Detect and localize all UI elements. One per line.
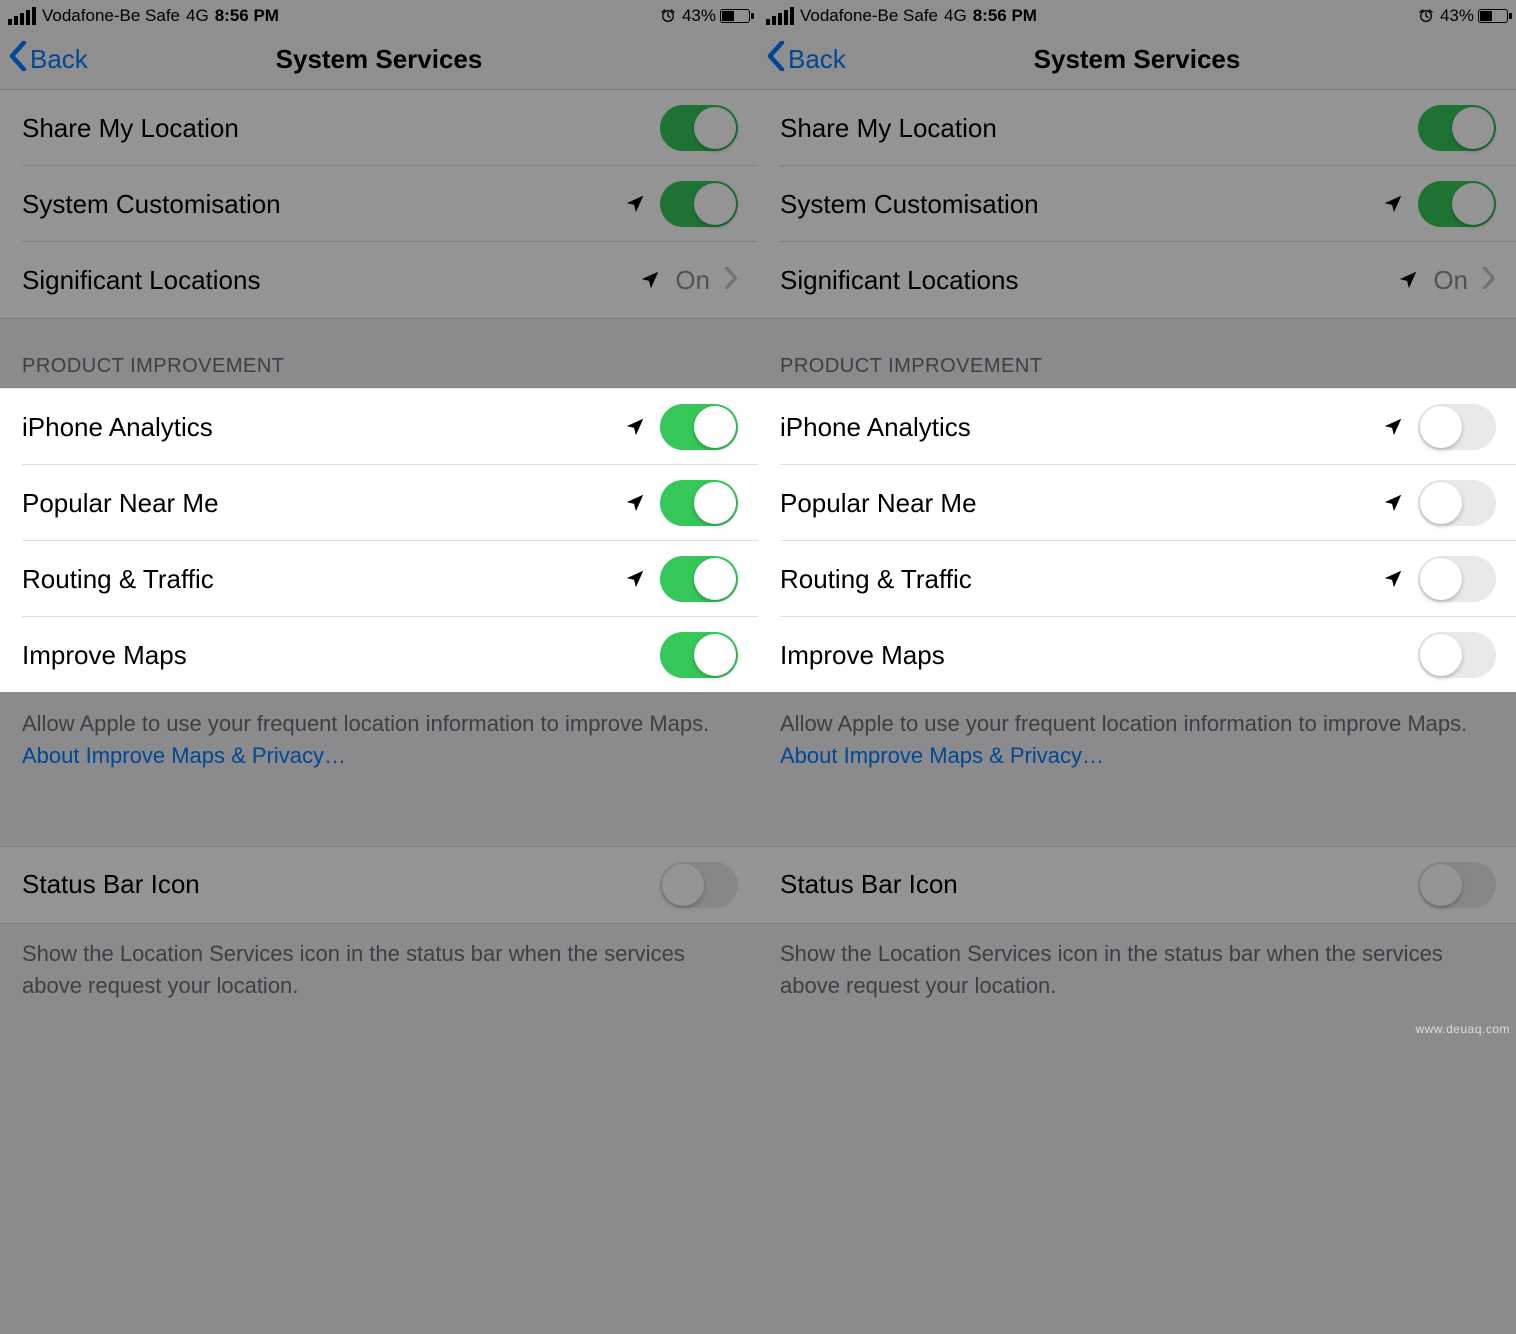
location-arrow-icon (624, 492, 646, 514)
location-arrow-icon (639, 269, 661, 291)
signal-icon (766, 7, 794, 25)
toggle-system-customisation[interactable] (660, 181, 738, 227)
signal-icon (8, 7, 36, 25)
footer-text: Allow Apple to use your frequent locatio… (780, 711, 1467, 736)
row-improve-maps[interactable]: Improve Maps (0, 617, 758, 693)
alarm-icon (660, 8, 676, 24)
footer-text: Allow Apple to use your frequent locatio… (22, 711, 709, 736)
row-value: On (675, 265, 710, 296)
location-arrow-icon (1382, 492, 1404, 514)
section-header-product-improvement: PRODUCT IMPROVEMENT (0, 319, 758, 388)
battery-pct-label: 43% (1440, 6, 1474, 26)
row-label: Status Bar Icon (780, 869, 1418, 900)
row-system-customisation[interactable]: System Customisation (0, 166, 758, 242)
row-label: Routing & Traffic (780, 564, 1382, 595)
row-label: Routing & Traffic (22, 564, 624, 595)
location-arrow-icon (1382, 193, 1404, 215)
footer-status-bar: Show the Location Services icon in the s… (0, 924, 758, 1026)
row-iphone-analytics[interactable]: iPhone Analytics (0, 389, 758, 465)
chevron-right-icon (724, 265, 738, 296)
about-improve-maps-link[interactable]: About Improve Maps & Privacy… (780, 743, 1104, 768)
location-arrow-icon (624, 568, 646, 590)
toggle-improve-maps[interactable] (660, 632, 738, 678)
network-label: 4G (186, 6, 209, 26)
back-label: Back (30, 44, 88, 75)
footer-improve-maps: Allow Apple to use your frequent locatio… (758, 694, 1516, 796)
toggle-improve-maps[interactable] (1418, 632, 1496, 678)
footer-improve-maps: Allow Apple to use your frequent locatio… (0, 694, 758, 796)
time-label: 8:56 PM (215, 6, 279, 26)
row-system-customisation[interactable]: System Customisation (758, 166, 1516, 242)
footer-status-bar: Show the Location Services icon in the s… (758, 924, 1516, 1026)
chevron-back-icon (766, 41, 786, 78)
toggle-iphone-analytics[interactable] (1418, 404, 1496, 450)
row-label: Share My Location (780, 113, 1418, 144)
carrier-label: Vodafone-Be Safe (800, 6, 938, 26)
watermark: www.deuaq.com (1415, 1022, 1510, 1036)
toggle-routing-traffic[interactable] (660, 556, 738, 602)
right-screenshot: www.deuaq.com Vodafone-Be Safe 4G 8:56 P… (758, 0, 1516, 1334)
row-label: iPhone Analytics (780, 412, 1382, 443)
row-value: On (1433, 265, 1468, 296)
row-iphone-analytics[interactable]: iPhone Analytics (758, 389, 1516, 465)
back-button[interactable]: Back (766, 41, 846, 78)
section-header-product-improvement: PRODUCT IMPROVEMENT (758, 319, 1516, 388)
battery-pct-label: 43% (682, 6, 716, 26)
alarm-icon (1418, 8, 1434, 24)
status-bar: Vodafone-Be Safe 4G 8:56 PM 43% (758, 0, 1516, 30)
row-label: Popular Near Me (780, 488, 1382, 519)
row-routing-traffic[interactable]: Routing & Traffic (0, 541, 758, 617)
row-label: Improve Maps (22, 640, 660, 671)
chevron-back-icon (8, 41, 28, 78)
location-arrow-icon (624, 193, 646, 215)
carrier-label: Vodafone-Be Safe (42, 6, 180, 26)
network-label: 4G (944, 6, 967, 26)
row-label: iPhone Analytics (22, 412, 624, 443)
chevron-right-icon (1482, 265, 1496, 296)
toggle-popular-near-me[interactable] (1418, 480, 1496, 526)
row-routing-traffic[interactable]: Routing & Traffic (758, 541, 1516, 617)
page-title: System Services (0, 44, 758, 75)
location-arrow-icon (1382, 416, 1404, 438)
back-button[interactable]: Back (8, 41, 88, 78)
row-significant-locations[interactable]: Significant Locations On (758, 242, 1516, 318)
toggle-share-my-location[interactable] (1418, 105, 1496, 151)
row-popular-near-me[interactable]: Popular Near Me (0, 465, 758, 541)
toggle-share-my-location[interactable] (660, 105, 738, 151)
battery-icon (1478, 9, 1508, 23)
toggle-iphone-analytics[interactable] (660, 404, 738, 450)
battery-icon (720, 9, 750, 23)
toggle-status-bar-icon[interactable] (1418, 862, 1496, 908)
toggle-status-bar-icon[interactable] (660, 862, 738, 908)
location-arrow-icon (624, 416, 646, 438)
about-improve-maps-link[interactable]: About Improve Maps & Privacy… (22, 743, 346, 768)
toggle-system-customisation[interactable] (1418, 181, 1496, 227)
row-improve-maps[interactable]: Improve Maps (758, 617, 1516, 693)
row-label: Improve Maps (780, 640, 1418, 671)
row-label: Significant Locations (22, 265, 639, 296)
location-arrow-icon (1382, 568, 1404, 590)
navbar: Back System Services (0, 30, 758, 90)
time-label: 8:56 PM (973, 6, 1037, 26)
row-label: Significant Locations (780, 265, 1397, 296)
row-label: Share My Location (22, 113, 660, 144)
row-share-my-location[interactable]: Share My Location (0, 90, 758, 166)
navbar: Back System Services (758, 30, 1516, 90)
row-label: Status Bar Icon (22, 869, 660, 900)
toggle-popular-near-me[interactable] (660, 480, 738, 526)
toggle-routing-traffic[interactable] (1418, 556, 1496, 602)
page-title: System Services (758, 44, 1516, 75)
status-bar: Vodafone-Be Safe 4G 8:56 PM 43% (0, 0, 758, 30)
row-status-bar-icon[interactable]: Status Bar Icon (758, 847, 1516, 923)
row-label: System Customisation (22, 189, 624, 220)
row-popular-near-me[interactable]: Popular Near Me (758, 465, 1516, 541)
row-label: System Customisation (780, 189, 1382, 220)
row-label: Popular Near Me (22, 488, 624, 519)
row-share-my-location[interactable]: Share My Location (758, 90, 1516, 166)
row-status-bar-icon[interactable]: Status Bar Icon (0, 847, 758, 923)
back-label: Back (788, 44, 846, 75)
left-screenshot: Vodafone-Be Safe 4G 8:56 PM 43% Back Sys… (0, 0, 758, 1334)
location-arrow-icon (1397, 269, 1419, 291)
row-significant-locations[interactable]: Significant Locations On (0, 242, 758, 318)
